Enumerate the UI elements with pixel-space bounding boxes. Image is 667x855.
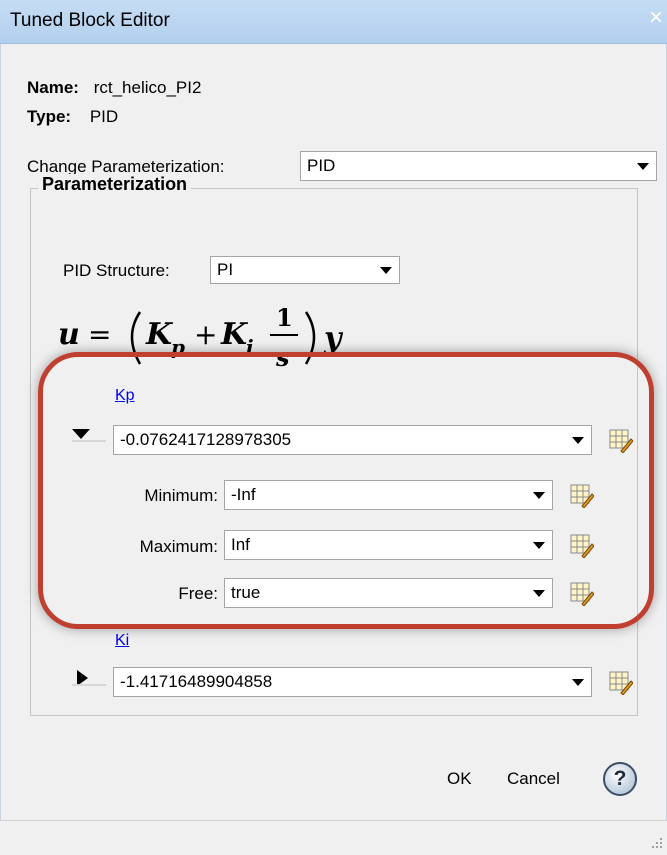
pid-structure-label: PID Structure: [63,261,170,280]
free-value: true [231,583,261,602]
free-dropdown[interactable]: true [224,578,553,608]
ki-expander[interactable] [72,670,106,686]
edit-table-icon[interactable] [609,429,633,453]
status-bar [0,820,667,855]
cancel-button[interactable]: Cancel [507,769,560,789]
help-icon[interactable]: ? [603,762,637,796]
dropdown-arrow-icon [533,492,545,499]
minimum-value: -Inf [231,485,256,504]
title-bar: Tuned Block Editor × [0,0,667,44]
svg-text:K: K [145,317,174,352]
maximum-label: Maximum: [139,537,218,556]
ki-value: -1.41716489904858 [120,672,273,691]
change-param-value: PID [307,156,336,175]
edit-table-icon[interactable] [570,534,594,558]
minimum-label: Minimum: [144,486,218,505]
maximum-dropdown[interactable]: Inf [224,530,553,560]
kp-value: -0.0762417128978305 [120,430,292,449]
kp-link[interactable]: Kp [115,387,135,405]
svg-text:1: 1 [276,303,293,332]
free-label: Free: [178,584,218,603]
ok-button[interactable]: OK [447,769,472,789]
pid-structure-dropdown[interactable]: PI [210,256,400,284]
type-row: Type: PID [27,107,118,127]
name-label: Name: [27,78,79,97]
svg-text:u: u [58,317,80,352]
dropdown-arrow-icon [572,437,584,444]
collapse-arrow-icon [72,429,90,439]
dropdown-arrow-icon [380,267,392,274]
svg-text:y: y [323,321,344,356]
ki-value-dropdown[interactable]: -1.41716489904858 [113,667,592,697]
type-value: PID [89,107,119,126]
ki-link[interactable]: Ki [115,632,129,650]
edit-table-icon[interactable] [609,671,633,695]
close-icon[interactable]: × [649,6,663,30]
parameterization-legend: Parameterization [38,174,192,195]
pid-structure-value: PI [217,260,234,279]
dropdown-arrow-icon [533,542,545,549]
window-title: Tuned Block Editor [10,10,170,31]
maximum-value: Inf [231,535,250,554]
svg-text:K: K [220,317,249,352]
minimum-dropdown[interactable]: -Inf [224,480,553,510]
edit-table-icon[interactable] [570,582,594,606]
change-param-dropdown[interactable]: PID [300,151,657,181]
name-value: rct_helico_PI2 [93,78,202,97]
expand-arrow-icon [77,670,88,686]
svg-text:+: + [194,318,217,351]
type-label: Type: [27,107,72,126]
edit-table-icon[interactable] [570,484,594,508]
svg-text:=: = [88,318,111,351]
kp-value-dropdown[interactable]: -0.0762417128978305 [113,425,592,455]
resize-grip-icon[interactable] [651,837,663,849]
name-row: Name: rct_helico_PI2 [27,78,201,98]
dropdown-arrow-icon [637,163,649,170]
dropdown-arrow-icon [533,590,545,597]
dropdown-arrow-icon [572,679,584,686]
kp-expander[interactable] [72,428,106,442]
